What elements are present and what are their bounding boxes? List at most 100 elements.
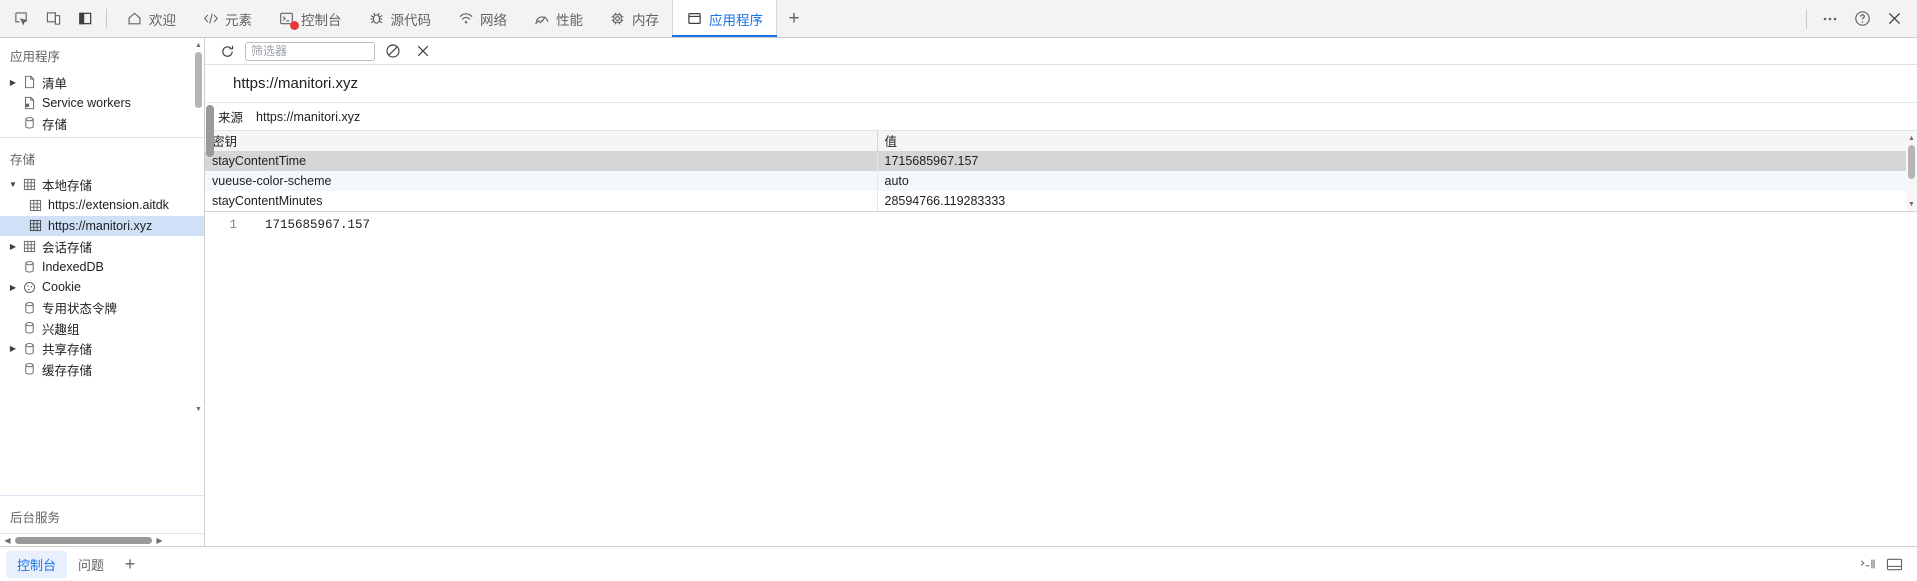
key-value-table-wrapper: 密钥 值 stayContentTime 1715685967.157 vueu… [205,131,1917,212]
dock-side-icon[interactable] [74,8,96,30]
cell-value[interactable]: 28594766.119283333 [877,191,1917,211]
sidebar-item-label: 兴趣组 [42,322,80,337]
bottom-drawer: 控制台 问题 + [0,546,1917,581]
tab-sources[interactable]: 源代码 [355,0,445,37]
sidebar-item-cache-storage[interactable]: 缓存存储 [0,359,204,380]
application-sidebar: 应用程序 ▶ 清单 Service workers 存储 存储 ▼ 本地存储 h… [0,38,205,546]
sidebar-item-label: Cookie [42,280,81,295]
cell-key[interactable]: stayContentTime [205,151,878,171]
inspect-element-icon[interactable] [10,8,32,30]
clear-all-icon[interactable] [381,40,405,62]
sidebar-bottom: 后台服务 ◀ ▶ [0,492,204,546]
sidebar-item-local-storage[interactable]: ▼ 本地存储 [0,175,204,196]
dock-controls [0,0,104,37]
table-vertical-scrollbar[interactable]: ▲ ▼ [1906,131,1917,211]
table-vscroll-thumb[interactable] [1908,145,1915,179]
panel-vscroll-thumb[interactable] [206,105,214,157]
cell-value[interactable]: 1715685967.157 [877,151,1917,171]
cell-value[interactable]: auto [877,171,1917,191]
sidebar-item-label: 会话存储 [42,240,93,255]
sidebar-item-service-workers[interactable]: Service workers [0,93,204,114]
preview-value[interactable]: 1715685967.157 [245,218,370,232]
tab-elements[interactable]: 元素 [189,0,265,37]
sidebar-item-label: 缓存存储 [42,363,93,378]
refresh-icon[interactable] [215,40,239,62]
console-icon [278,10,299,30]
sidebar-item-private-state-tokens[interactable]: 专用状态令牌 [0,298,204,319]
scroll-left-arrow-icon[interactable]: ◀ [2,536,13,545]
cell-key[interactable]: vueuse-color-scheme [205,171,878,191]
chevron-right-icon[interactable]: ▶ [6,242,20,251]
console-settings-icon[interactable] [1858,556,1876,572]
tab-label: 内存 [632,12,659,28]
database-icon [20,116,38,130]
sidebar-item-session-storage[interactable]: ▶ 会话存储 [0,236,204,257]
delete-selected-icon[interactable] [411,40,435,62]
table-icon [26,199,44,212]
more-options-icon[interactable] [1815,4,1845,34]
drawer-dock-icon[interactable] [1886,557,1903,572]
sidebar-item-label: Service workers [42,95,131,110]
table-header-row: 密钥 值 [205,131,1917,152]
database-icon [20,362,38,376]
database-icon [20,321,38,335]
table-row[interactable]: stayContentMinutes 28594766.119283333 [205,191,1917,211]
key-value-table: 密钥 值 stayContentTime 1715685967.157 vueu… [205,131,1917,211]
scroll-down-arrow-icon[interactable]: ▼ [194,404,203,415]
sidebar-item-label: 共享存储 [42,343,93,358]
code-line: 1 1715685967.157 [205,216,1917,233]
sidebar-item-origin-extension[interactable]: https://extension.aitdk [0,195,204,216]
column-header-value[interactable]: 值 [877,131,1917,152]
scroll-down-arrow-icon[interactable]: ▼ [1906,198,1917,210]
scroll-up-arrow-icon[interactable]: ▲ [1906,132,1917,144]
sidebar-divider-2 [0,495,204,496]
scroll-up-arrow-icon[interactable]: ▲ [194,40,203,51]
sidebar-item-storage[interactable]: 存储 [0,113,204,134]
sidebar-item-label: 清单 [42,76,68,91]
sidebar-section-background-title: 后台服务 [10,511,61,525]
sidebar-vscroll-thumb[interactable] [195,52,202,108]
device-toolbar-icon[interactable] [42,8,64,30]
sidebar-hscroll-thumb[interactable] [15,536,152,544]
tab-application[interactable]: 应用程序 [672,0,777,37]
chevron-right-icon[interactable]: ▶ [6,283,20,292]
help-icon[interactable] [1847,4,1877,34]
origin-row: 来源 https://manitori.xyz [205,103,1917,131]
panel-vertical-scrollbar[interactable] [205,65,215,323]
tab-memory[interactable]: 内存 [596,0,672,37]
window-controls-divider [1806,8,1807,29]
table-row[interactable]: stayContentTime 1715685967.157 [205,151,1917,171]
cell-key[interactable]: stayContentMinutes [205,191,878,211]
sidebar-item-origin-manitori[interactable]: https://manitori.xyz [0,215,204,236]
sidebar-item-cookie[interactable]: ▶ Cookie [0,277,204,298]
sidebar-item-manifest[interactable]: ▶ 清单 [0,72,204,93]
close-icon[interactable] [1879,4,1909,34]
table-row[interactable]: vueuse-color-scheme auto [205,171,1917,191]
tab-welcome[interactable]: 欢迎 [113,0,189,37]
chevron-down-icon[interactable]: ▼ [6,180,20,189]
chevron-right-icon[interactable]: ▶ [6,78,20,87]
drawer-add-tab-button[interactable]: + [115,554,145,575]
sidebar-horizontal-scrollbar[interactable]: ◀ ▶ [0,533,204,546]
add-tab-button[interactable]: + [777,0,811,37]
local-storage-panel: https://manitori.xyz 来源 https://manitori… [205,38,1917,546]
tab-performance[interactable]: 性能 [520,0,596,37]
drawer-tab-issues[interactable]: 问题 [67,551,115,578]
filter-input[interactable] [245,41,375,61]
sidebar-item-label: IndexedDB [42,259,104,274]
tab-network[interactable]: 网络 [444,0,520,37]
tab-label: 性能 [556,12,583,28]
sidebar-item-indexeddb[interactable]: IndexedDB [0,257,204,278]
sidebar-item-interest-groups[interactable]: 兴趣组 [0,318,204,339]
column-header-key[interactable]: 密钥 [205,131,878,152]
drawer-tab-console[interactable]: 控制台 [6,550,68,578]
storage-toolbar [205,38,1917,65]
sidebar-section-storage-title: 存储 [10,152,36,167]
tab-console[interactable]: 控制台 [265,0,355,37]
sidebar-vertical-scrollbar[interactable]: ▲ ▼ [194,38,203,546]
tab-label: 欢迎 [149,12,176,28]
tab-label: 网络 [480,12,507,28]
scroll-right-arrow-icon[interactable]: ▶ [154,536,165,545]
sidebar-item-shared-storage[interactable]: ▶ 共享存储 [0,339,204,360]
chevron-right-icon[interactable]: ▶ [6,344,20,353]
